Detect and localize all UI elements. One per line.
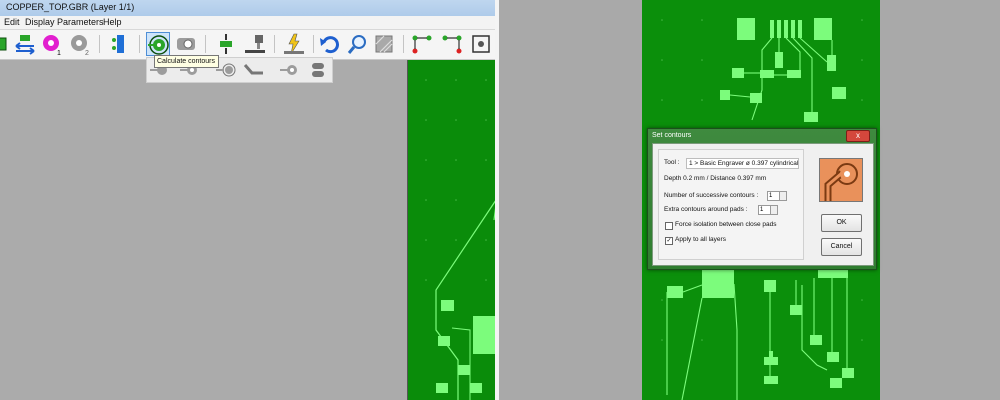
- successive-contours-stepper[interactable]: 1: [767, 191, 787, 201]
- left-screenshot: COPPER_TOP.GBR (Layer 1/1) Edit Display …: [0, 0, 495, 400]
- window-title: COPPER_TOP.GBR (Layer 1/1): [6, 2, 135, 12]
- right-screenshot: Set contours x Tool : 1 > Basic Engraver…: [499, 0, 1000, 400]
- pcb-canvas-left[interactable]: [407, 60, 495, 400]
- undo-button[interactable]: [318, 32, 342, 56]
- drill-icon: [112, 35, 124, 53]
- ok-button[interactable]: OK: [821, 214, 862, 232]
- dialog-title: Set contours: [652, 132, 692, 139]
- set-contours-dialog: Set contours x Tool : 1 > Basic Engraver…: [647, 128, 877, 270]
- flyout-contour-d[interactable]: [243, 59, 265, 81]
- drill-button[interactable]: [108, 32, 132, 56]
- contour-settings-group: Tool : 1 > Basic Engraver ø 0.397 cylind…: [658, 149, 804, 260]
- flyout-contour-f[interactable]: [307, 59, 329, 81]
- flyout-contour-e[interactable]: [279, 59, 301, 81]
- contour-e-icon: [280, 65, 297, 75]
- nodes-2-icon: [442, 35, 462, 54]
- calculate-contours-button[interactable]: [146, 32, 170, 56]
- menu-edit[interactable]: Edit: [4, 17, 20, 27]
- stepper-arrows-icon[interactable]: [779, 192, 786, 200]
- nodes-icon: [412, 35, 432, 54]
- pad-2-icon: 2: [71, 35, 89, 56]
- force-isolation-checkbox[interactable]: [665, 222, 673, 230]
- pad-1-number: 1: [57, 50, 61, 56]
- undo-icon: [320, 36, 339, 54]
- mill-button[interactable]: [214, 32, 238, 56]
- engraver-button[interactable]: [243, 32, 267, 56]
- force-isolation-label: Force isolation between close pads: [675, 221, 777, 228]
- layer-toggle-button[interactable]: [0, 32, 14, 56]
- calculate-contours-icon: [148, 35, 169, 55]
- extra-contours-stepper[interactable]: 1: [758, 205, 778, 215]
- tool-value: 1 > Basic Engraver ø 0.397 cylindrical: [689, 160, 799, 167]
- extra-contours-label: Extra contours around pads :: [664, 206, 748, 213]
- successive-contours-value: 1: [769, 193, 773, 199]
- units-swap-icon: [15, 35, 35, 55]
- tool-label: Tool :: [664, 159, 680, 166]
- dialog-body: Tool : 1 > Basic Engraver ø 0.397 cylind…: [652, 143, 874, 266]
- texture-button[interactable]: [372, 32, 396, 56]
- units-swap-button[interactable]: [13, 32, 37, 56]
- main-toolbar: 1 2: [0, 30, 495, 60]
- pad-1-icon: 1: [43, 35, 61, 56]
- apply-all-layers-checkbox[interactable]: ✓: [665, 237, 673, 245]
- stepper-arrows-icon[interactable]: [770, 206, 777, 214]
- calculate-contours-tooltip: Calculate contours: [154, 55, 219, 68]
- extra-contours-value: 1: [760, 207, 764, 213]
- tool-field[interactable]: 1 > Basic Engraver ø 0.397 cylindrical: [686, 158, 799, 169]
- lightning-icon: [284, 33, 304, 55]
- pad-1-button[interactable]: 1: [40, 32, 64, 56]
- mill-icon: [220, 34, 232, 54]
- settings-button[interactable]: [469, 32, 493, 56]
- contour-logo: [819, 158, 863, 202]
- menu-bar: Edit Display Parameters Help: [0, 16, 495, 30]
- window-title-bar: COPPER_TOP.GBR (Layer 1/1): [0, 0, 495, 17]
- contour-d-icon: [243, 64, 263, 75]
- settings-icon: [472, 35, 490, 53]
- nodes-button[interactable]: [410, 32, 434, 56]
- magnifier-button[interactable]: [346, 32, 370, 56]
- remove-contours-button[interactable]: [174, 32, 198, 56]
- pad-2-button[interactable]: 2: [68, 32, 92, 56]
- cancel-button[interactable]: Cancel: [821, 238, 862, 256]
- successive-contours-label: Number of successive contours :: [664, 192, 759, 199]
- pcb-traces-left: [425, 79, 495, 400]
- contour-f-icon: [312, 63, 324, 77]
- menu-display[interactable]: Display: [25, 17, 55, 27]
- depth-distance-text: Depth 0.2 mm / Distance 0.397 mm: [664, 175, 767, 182]
- contour-logo-icon: [824, 163, 858, 201]
- apply-all-layers-label: Apply to all layers: [675, 236, 726, 243]
- menu-parameters[interactable]: Parameters: [57, 17, 104, 27]
- texture-icon: [375, 35, 393, 53]
- nodes-2-button[interactable]: [440, 32, 464, 56]
- dialog-close-button[interactable]: x: [846, 130, 870, 142]
- lightning-button[interactable]: [282, 32, 306, 56]
- engraver-icon: [245, 35, 265, 53]
- pad-2-number: 2: [85, 50, 89, 56]
- magnifier-icon: [347, 35, 366, 54]
- menu-help[interactable]: Help: [103, 17, 122, 27]
- layer-toggle-icon: [0, 37, 7, 51]
- remove-contours-icon: [177, 38, 195, 50]
